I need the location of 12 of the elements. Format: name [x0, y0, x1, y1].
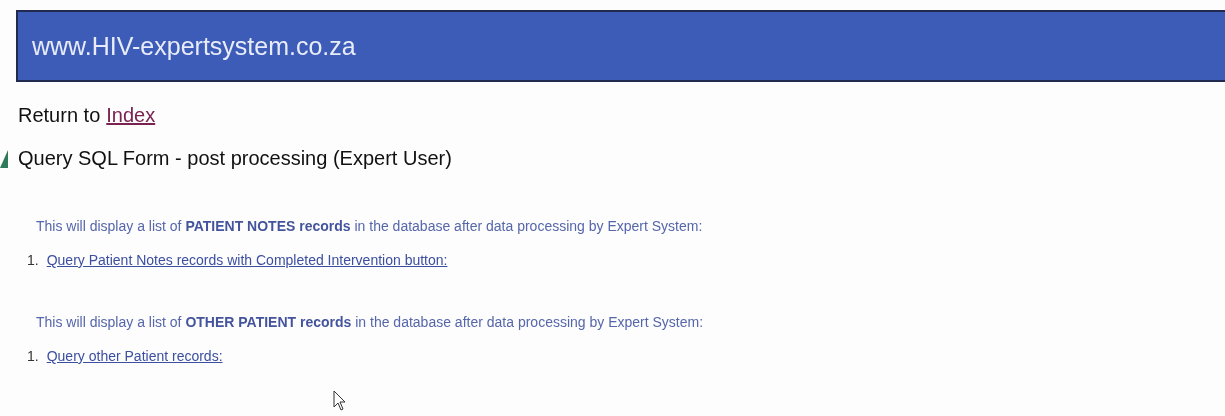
index-link[interactable]: Index: [106, 104, 156, 127]
return-label: Return to: [18, 104, 101, 127]
query-link[interactable]: Query Patient Notes records with Completed Intervention button:: [46, 252, 448, 268]
mouse-cursor-icon: [333, 390, 346, 411]
description-text: This will display a list of OTHER PATIENT records in the database after data processing by Expert System:: [36, 314, 705, 330]
query-link[interactable]: Query other Patient records:: [46, 348, 223, 364]
list-number: 1.: [27, 348, 39, 364]
list-number: 1.: [27, 252, 39, 268]
page-heading: Query SQL Form - post processing (Expert User): [18, 147, 452, 170]
triangle-icon: [0, 149, 8, 168]
description-text: This will display a list of PATIENT NOTES records in the database after data processing by Expert System:: [36, 218, 704, 234]
site-title: www.HIV-expertsystem.co.za: [32, 31, 356, 61]
